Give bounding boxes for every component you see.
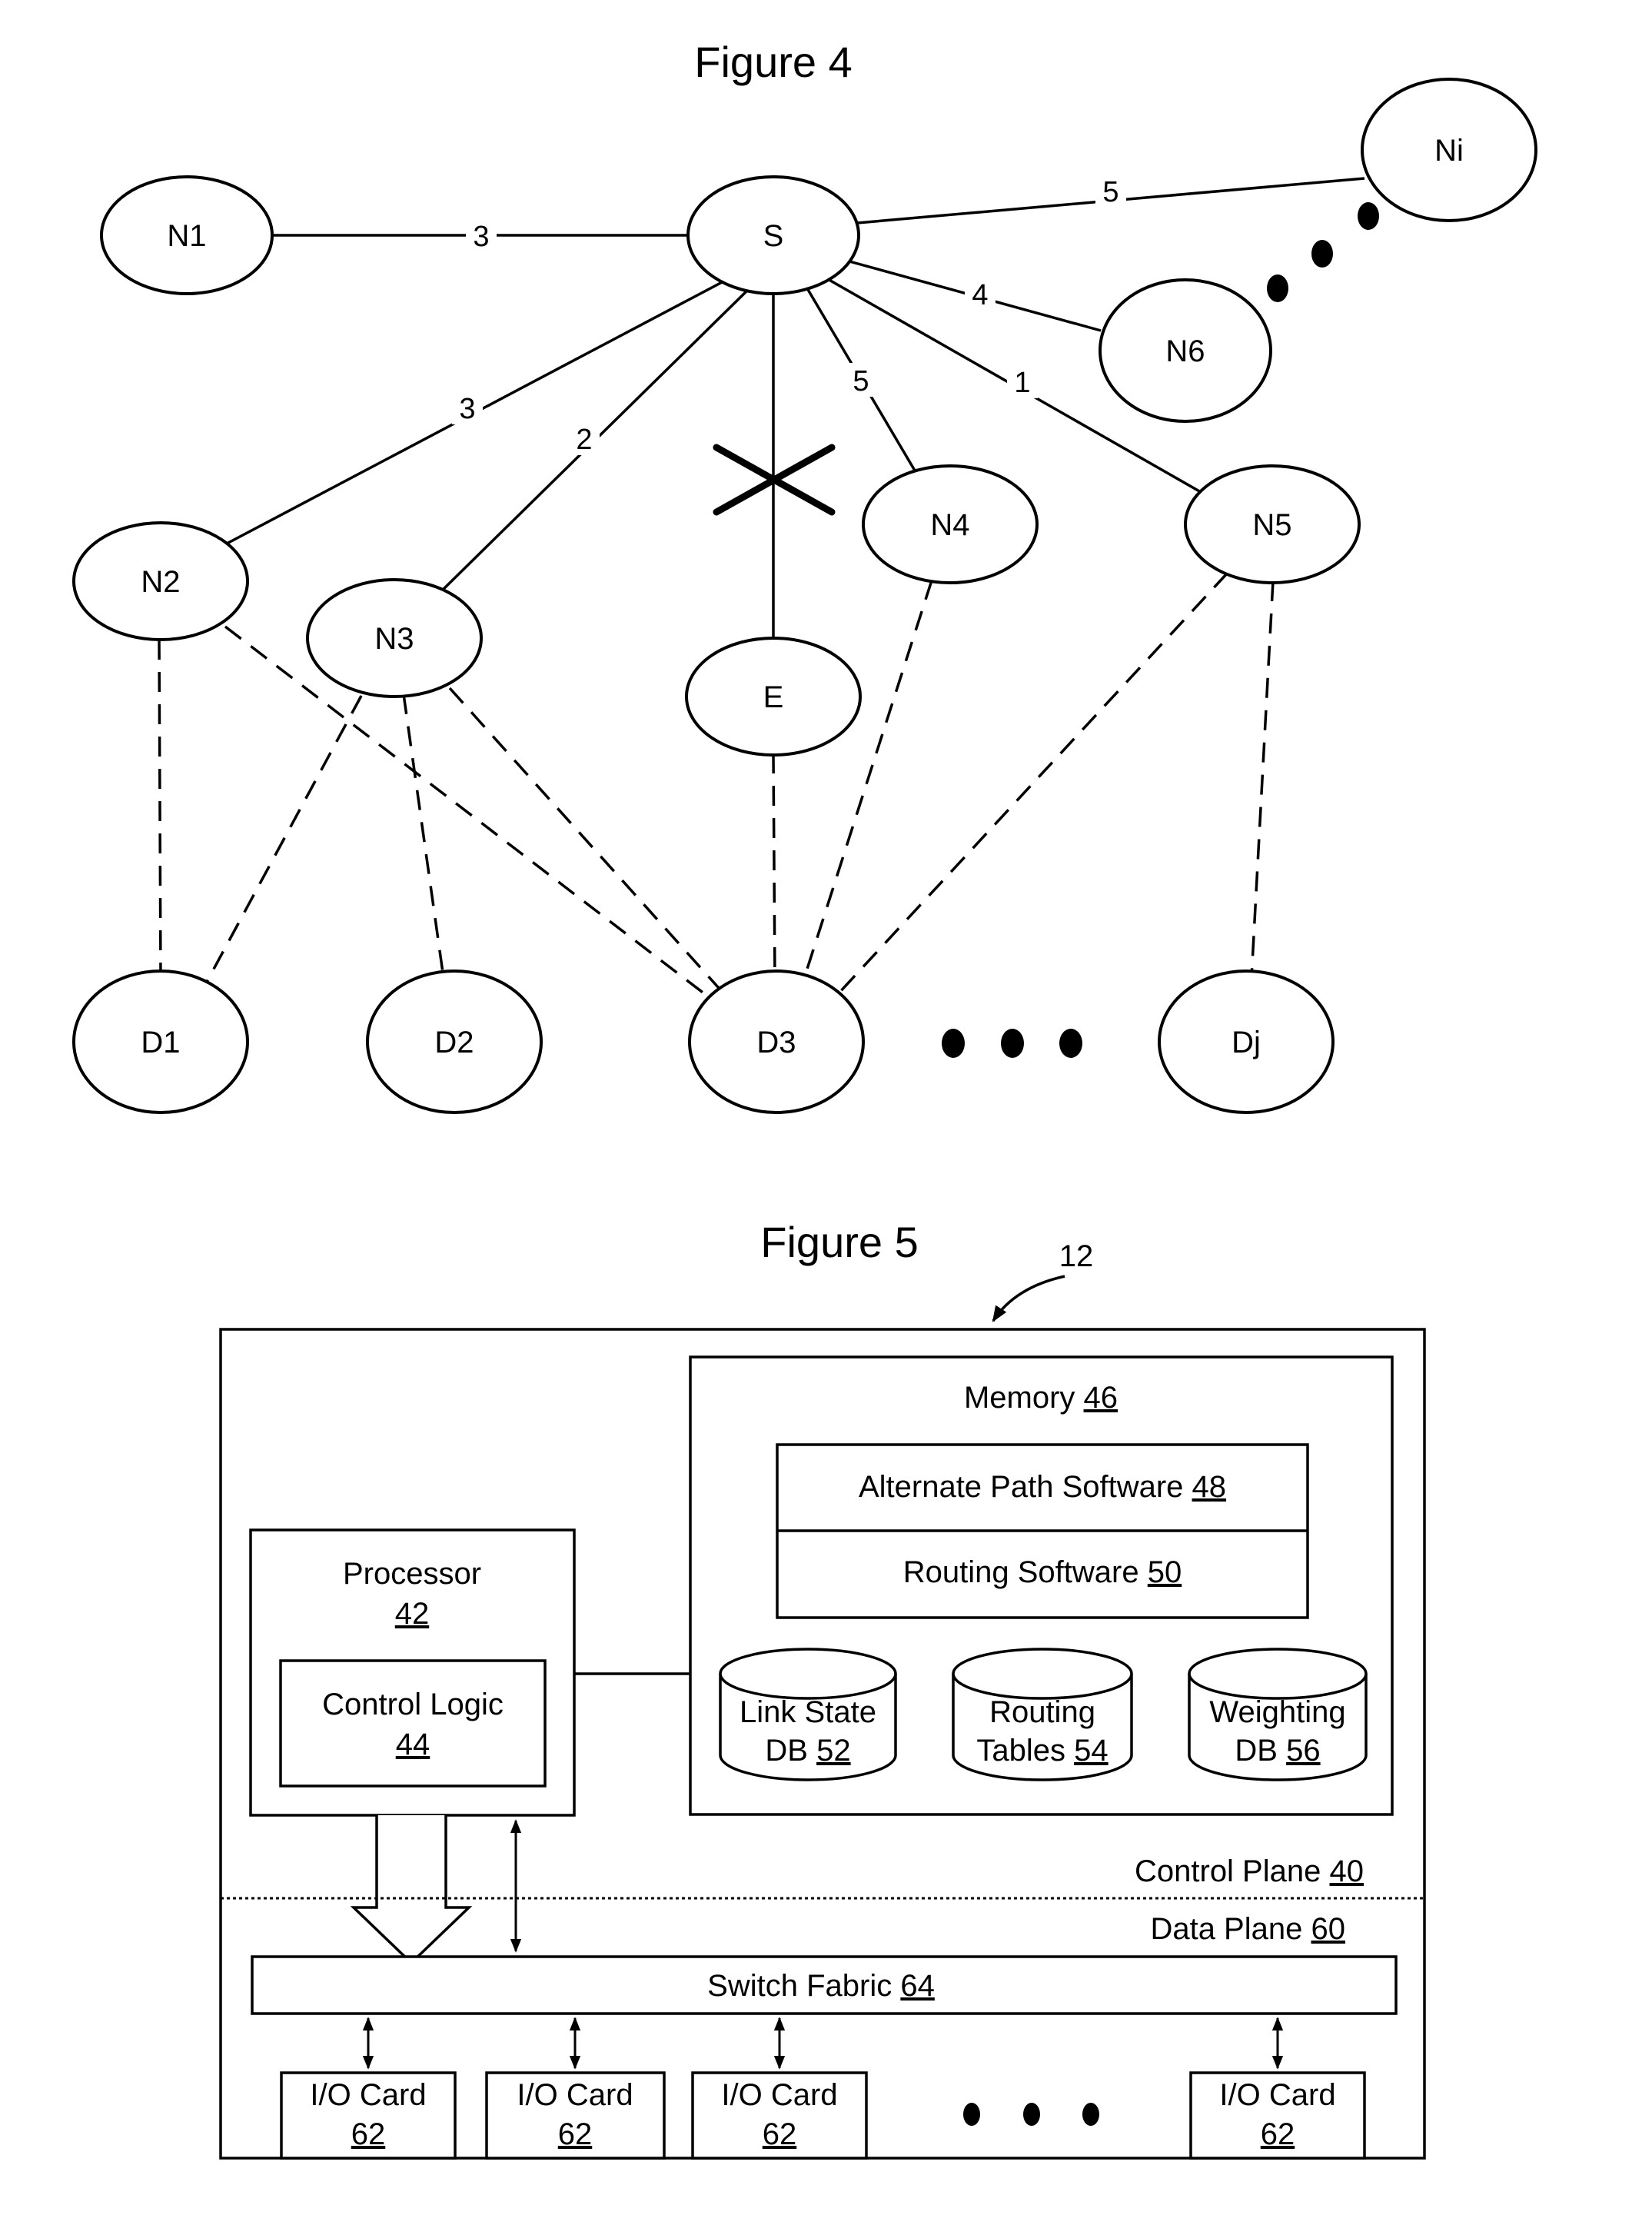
svg-text:62: 62 [1261, 2117, 1295, 2151]
link-n3-d3 [448, 687, 726, 996]
figure-4: Figure 4 3 5 4 3 2 5 1 S N1 Ni N6 N2 N3 … [72, 38, 1537, 1114]
node-d2: D2 [366, 969, 543, 1114]
control-logic-box [279, 1659, 547, 1788]
reference-arrow-icon [992, 1275, 1065, 1322]
svg-text:I/O Card: I/O Card [517, 2078, 633, 2112]
figure-5: Figure 5 12 Memory 46 Alternate Path Sof… [219, 1218, 1426, 2160]
link-n3-d1 [200, 695, 363, 993]
svg-text:N2: N2 [141, 565, 180, 599]
io-card: I/O Card 62 [691, 2017, 868, 2160]
ellipsis-dots-neighbors [1267, 202, 1379, 302]
svg-text:N5: N5 [1252, 508, 1291, 542]
svg-text:62: 62 [558, 2117, 593, 2151]
svg-text:DB 52: DB 52 [765, 1734, 850, 1768]
svg-text:Routing: Routing [989, 1695, 1095, 1729]
svg-text:D2: D2 [434, 1026, 474, 1059]
node-d3: D3 [688, 969, 865, 1114]
node-dj: Dj [1158, 969, 1335, 1114]
svg-text:Ni: Ni [1434, 134, 1464, 168]
svg-text:I/O Card: I/O Card [721, 2078, 837, 2112]
ellipsis-dots-io-cards [963, 2103, 1099, 2126]
node-n4: N4 [862, 464, 1039, 584]
link-n5-d3 [836, 571, 1229, 996]
weight-s-n5: 1 [1014, 367, 1030, 399]
svg-text:Link State: Link State [740, 1695, 876, 1729]
io-card: I/O Card 62 [280, 2017, 457, 2160]
routing-tables-cylinder: Routing Tables 54 [952, 1648, 1133, 1781]
memory-label: Memory 46 [964, 1381, 1118, 1415]
figure-5-title: Figure 5 [760, 1218, 918, 1266]
svg-text:D3: D3 [756, 1026, 796, 1059]
weight-s-n2: 3 [459, 393, 475, 425]
patent-figures: Figure 4 3 5 4 3 2 5 1 S N1 Ni N6 N2 N3 … [72, 38, 1537, 2160]
control-logic-ref: 44 [396, 1728, 430, 1761]
link-n5-dj [1250, 580, 1275, 979]
io-card: I/O Card 62 [1189, 2017, 1366, 2160]
weight-s-ni: 5 [1102, 176, 1119, 208]
weight-s-n4: 5 [853, 365, 869, 397]
figure-4-title: Figure 4 [694, 38, 852, 86]
link-n2-d1 [158, 639, 162, 979]
weighting-db-cylinder: Weighting DB 56 [1188, 1648, 1368, 1781]
svg-text:N1: N1 [167, 219, 206, 253]
node-n3: N3 [306, 578, 483, 698]
svg-text:62: 62 [763, 2117, 797, 2151]
reference-12: 12 [1059, 1239, 1094, 1273]
node-n1: N1 [100, 175, 274, 295]
hollow-down-arrow-icon [350, 1815, 473, 1965]
node-ni: Ni [1361, 78, 1537, 222]
data-plane-label: Data Plane 60 [1150, 1912, 1345, 1946]
svg-text:Tables 54: Tables 54 [976, 1734, 1108, 1768]
svg-text:E: E [763, 680, 784, 714]
svg-text:Weighting: Weighting [1209, 1695, 1345, 1729]
processor-ref: 42 [395, 1597, 430, 1631]
switch-fabric-label: Switch Fabric 64 [707, 1969, 935, 2003]
link-n3-d2 [402, 693, 445, 979]
link-state-db-cylinder: Link State DB 52 [719, 1648, 897, 1781]
node-e: E [685, 637, 862, 757]
svg-text:S: S [763, 219, 784, 253]
svg-text:Dj: Dj [1232, 1026, 1261, 1059]
ellipsis-dots-destinations [942, 1029, 1082, 1058]
svg-text:I/O Card: I/O Card [310, 2078, 426, 2112]
node-d1: D1 [72, 969, 249, 1114]
weight-s-n6: 4 [972, 279, 988, 311]
weight-s-n3: 2 [576, 424, 592, 456]
svg-text:N3: N3 [374, 622, 414, 656]
link-e-d3 [772, 753, 776, 981]
node-n6: N6 [1099, 278, 1272, 423]
svg-text:N6: N6 [1165, 334, 1205, 368]
svg-text:62: 62 [351, 2117, 386, 2151]
node-n5: N5 [1184, 464, 1361, 584]
svg-text:I/O Card: I/O Card [1219, 2078, 1335, 2112]
control-plane-label: Control Plane 40 [1135, 1854, 1364, 1888]
svg-text:N4: N4 [930, 508, 969, 542]
node-s: S [686, 175, 860, 295]
processor-label: Processor [343, 1557, 481, 1591]
weight-s-n1: 3 [473, 221, 489, 253]
node-n2: N2 [72, 521, 249, 641]
svg-text:DB 56: DB 56 [1235, 1734, 1320, 1768]
svg-text:D1: D1 [141, 1026, 180, 1059]
link-n4-d3 [800, 580, 933, 986]
io-card: I/O Card 62 [485, 2017, 666, 2160]
alternate-path-software-label: Alternate Path Software 48 [859, 1470, 1226, 1504]
control-logic-label: Control Logic [322, 1688, 504, 1721]
routing-software-label: Routing Software 50 [903, 1555, 1182, 1589]
